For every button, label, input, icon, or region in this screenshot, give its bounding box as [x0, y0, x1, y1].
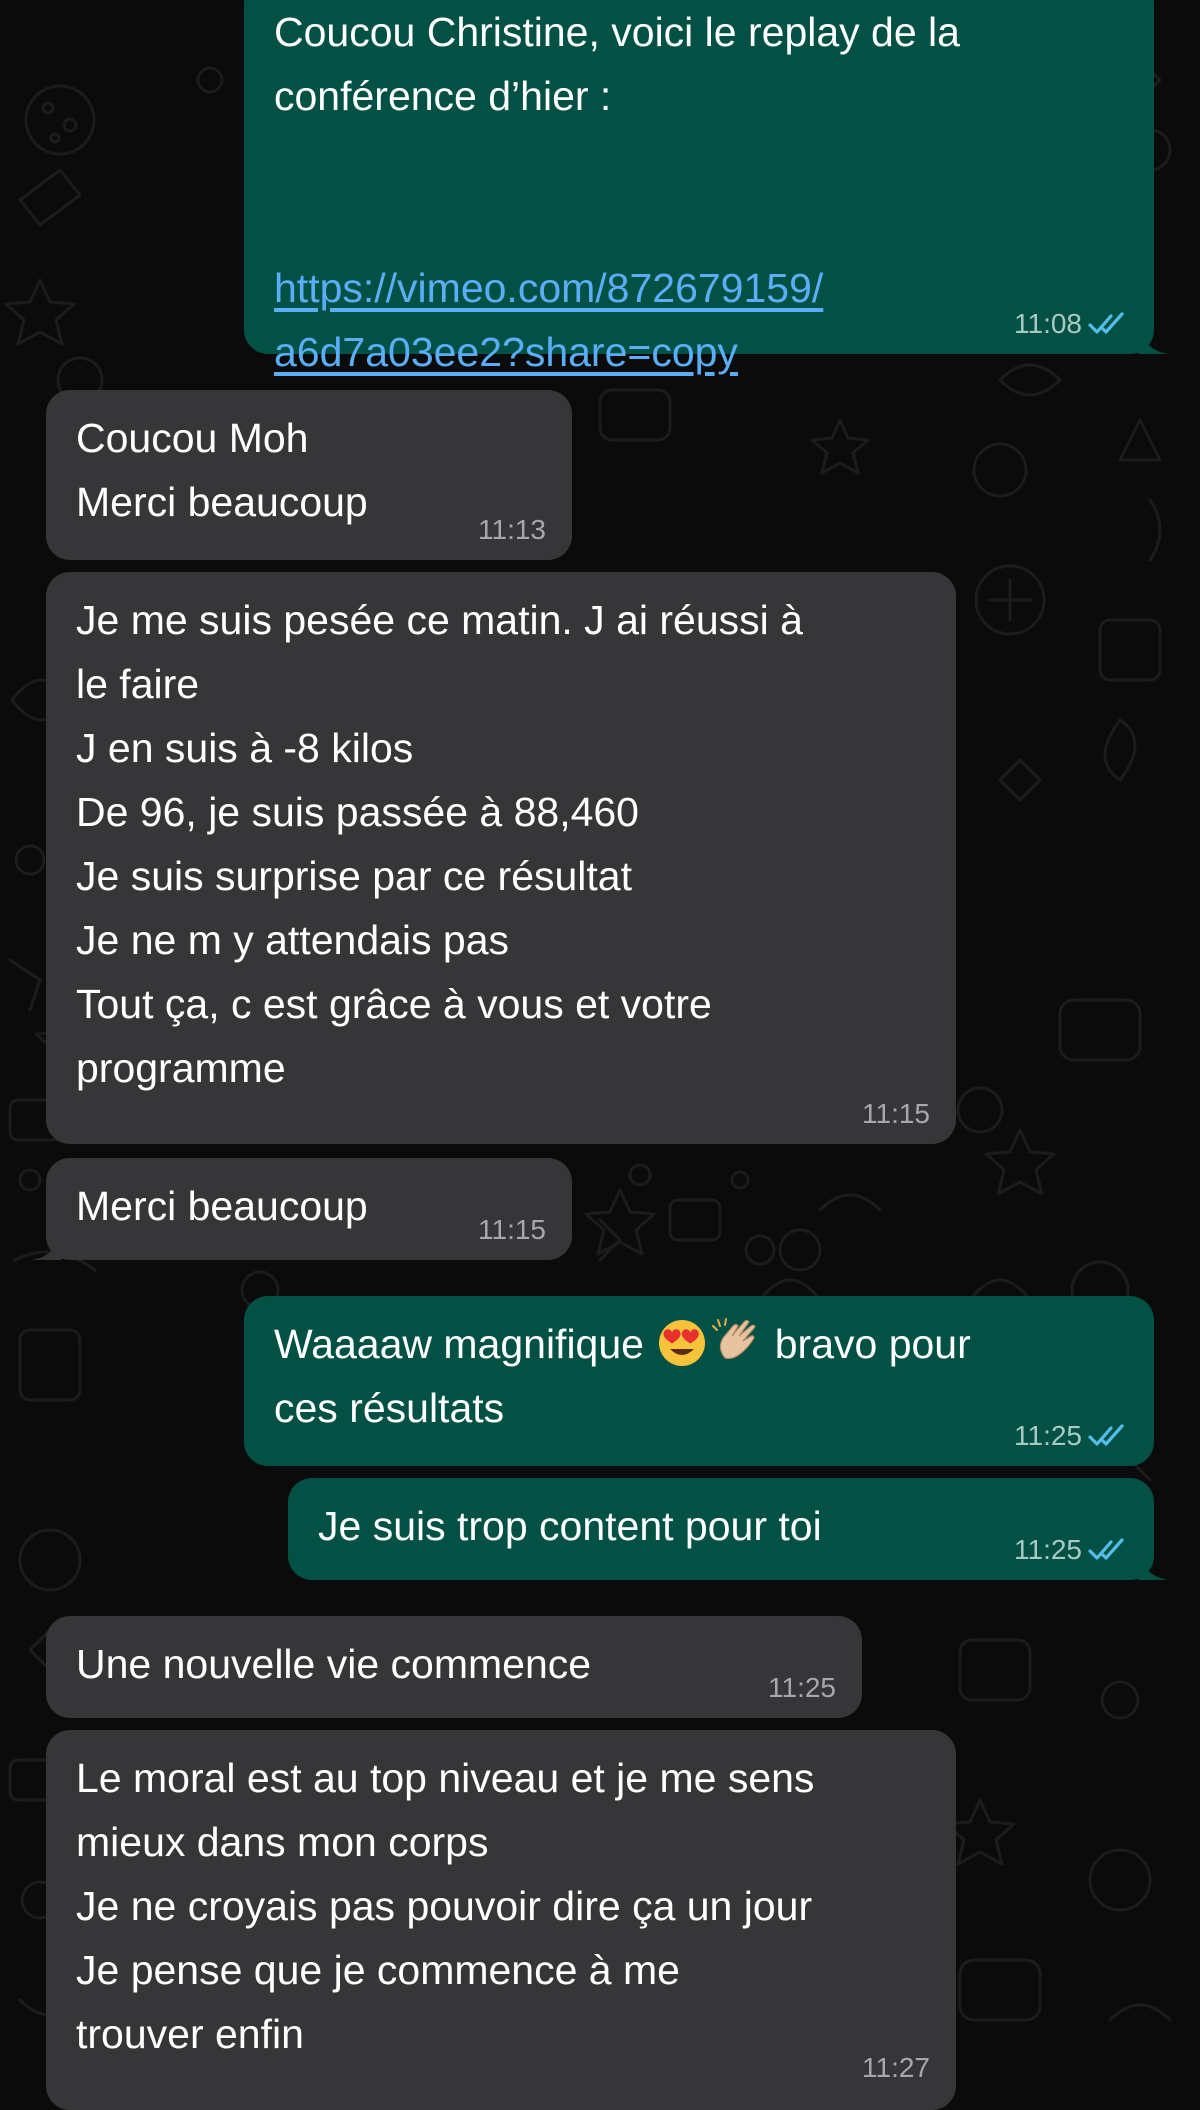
- outgoing-message-congrats[interactable]: Waaaaw magnifique bravo pour ces résulta…: [244, 1296, 1154, 1466]
- read-receipt-icon: [1088, 312, 1124, 334]
- message-time: 11:27: [862, 2052, 930, 2083]
- incoming-message[interactable]: Une nouvelle vie commence 11:25: [46, 1616, 862, 1718]
- message-time: 11:08: [1014, 308, 1082, 339]
- message-text: Une nouvelle vie commence: [76, 1641, 592, 1687]
- outgoing-message-replay-link[interactable]: Coucou Christine, voici le replay de la …: [244, 0, 1168, 375]
- clapping-hands-icon: [712, 1318, 757, 1360]
- message-text: Le moral est au top niveau et je me sens…: [76, 1755, 815, 2057]
- message-text: Je me suis pesée ce matin. J ai réussi à…: [76, 597, 803, 1091]
- message-time: 11:25: [1014, 1420, 1082, 1451]
- message-text: Merci beaucoup: [76, 1183, 368, 1229]
- incoming-message[interactable]: Merci beaucoup 11:15: [32, 1158, 572, 1260]
- chat-message-list[interactable]: Coucou Christine, voici le replay de la …: [0, 0, 1200, 2110]
- message-meta: 11:27: [862, 2052, 930, 2084]
- message-meta: 11:25: [1014, 1534, 1128, 1566]
- incoming-message-weight-result[interactable]: Je me suis pesée ce matin. J ai réussi à…: [46, 572, 956, 1144]
- message-text: Coucou Moh Merci beaucoup: [76, 415, 368, 525]
- message-meta: 11:08: [1014, 308, 1128, 340]
- message-meta: 11:25: [1014, 1420, 1128, 1452]
- outgoing-message[interactable]: Je suis trop content pour toi 11:25: [288, 1478, 1168, 1580]
- read-receipt-icon: [1088, 1424, 1124, 1446]
- message-time: 11:25: [768, 1672, 836, 1703]
- message-text: Waaaaw magnifique bravo pour ces résulta…: [274, 1312, 1124, 1440]
- message-text: Coucou Christine, voici le replay de la …: [274, 9, 960, 119]
- message-time: 11:13: [478, 514, 546, 545]
- message-meta: 11:25: [768, 1672, 836, 1704]
- bubble-tail: [1138, 1552, 1168, 1580]
- message-link-wrapper: https://vimeo.com/872679159/a6d7a03ee2?s…: [274, 192, 1124, 384]
- incoming-message[interactable]: Coucou Moh Merci beaucoup 11:13: [46, 390, 572, 560]
- message-meta: 11:15: [862, 1098, 930, 1130]
- heart-eyes-emoji-icon: [659, 1320, 706, 1367]
- message-time: 11:25: [1014, 1534, 1082, 1565]
- message-meta: 11:15: [478, 1214, 546, 1246]
- bubble-tail: [1138, 326, 1168, 354]
- message-meta: 11:13: [478, 514, 546, 546]
- bubble-tail: [32, 1232, 62, 1260]
- incoming-message-wellbeing[interactable]: Le moral est au top niveau et je me sens…: [46, 1730, 956, 2110]
- read-receipt-icon: [1088, 1538, 1124, 1560]
- message-time: 11:15: [478, 1214, 546, 1245]
- message-text: Je suis trop content pour toi: [318, 1503, 822, 1549]
- vimeo-replay-link[interactable]: https://vimeo.com/872679159/a6d7a03ee2?s…: [274, 265, 823, 375]
- message-time: 11:15: [862, 1098, 930, 1129]
